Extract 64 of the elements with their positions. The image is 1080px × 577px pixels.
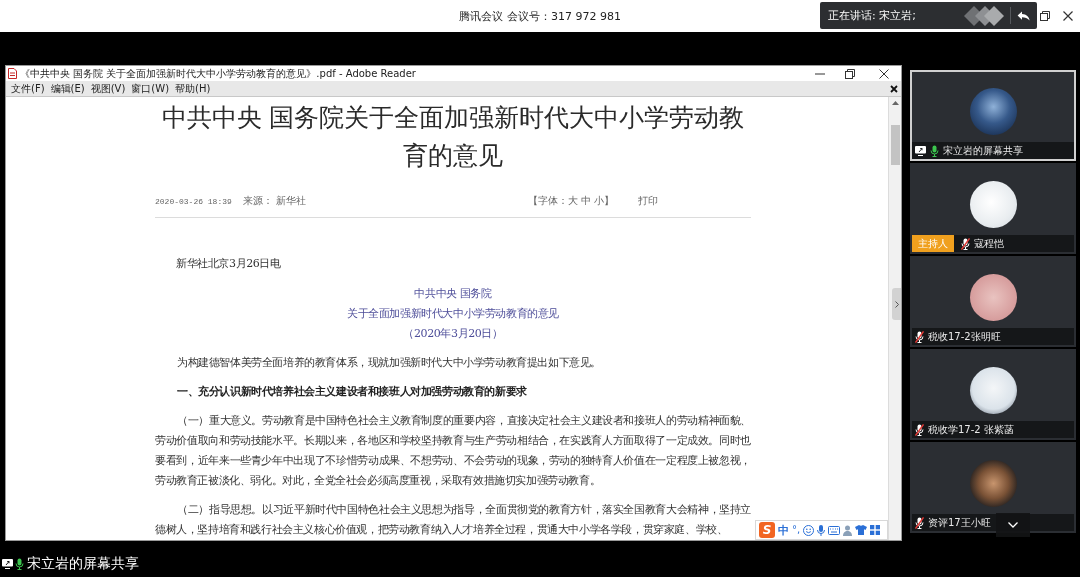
host-badge: 主持人 — [912, 235, 954, 252]
participant-name: 税收17-2张明旺 — [928, 329, 1001, 344]
document-heading-line: 中共中央 国务院 — [414, 286, 492, 302]
publish-date: 2020-03-26 18:39 — [155, 196, 232, 206]
document-title: 中共中央 国务院关于全面加强新时代大中小学劳动教育的意见 — [160, 102, 746, 172]
keyboard-icon[interactable] — [828, 525, 841, 535]
print-link[interactable]: 打印 — [638, 194, 659, 208]
menu-item[interactable]: 文件(F) — [10, 81, 46, 96]
scroll-up-arrow-icon[interactable] — [891, 101, 899, 105]
avatar-placeholder — [969, 181, 1017, 228]
section-heading: 一、充分认识新时代培养社会主义建设者和接班人对加强劳动教育的新要求 — [176, 384, 528, 400]
source-label: 来源： — [242, 194, 273, 208]
dateline: 新华社北京3月26日电 — [175, 256, 282, 272]
muted-microphone-icon[interactable] — [915, 330, 924, 343]
microphone-icon[interactable] — [817, 524, 826, 536]
window-title: 《中共中央 国务院 关于全面加强新时代大中小学劳动教育的意见》.pdf - Adobe Reader — [20, 66, 416, 81]
restore-window-icon[interactable] — [845, 68, 855, 79]
paragraph: （二）指导思想。以习近平新时代中国特色社会主义思想为指导，全面贯彻党的教育方针，落实全国教育大会精神，坚持立德树人，坚持培育和践行社会主义核心价值观，把劳动教育纳入人才培养全过程，贯通大中小学各学段，贯穿家庭、学校、 — [155, 502, 751, 538]
avatar-placeholder — [969, 460, 1017, 507]
minimize-icon[interactable] — [815, 72, 825, 75]
menu-item[interactable]: 帮助(H) — [174, 81, 212, 96]
app-name: 腾讯会议 — [459, 8, 503, 24]
side-panel-toggle[interactable] — [892, 288, 901, 320]
source-name: 新华社 — [275, 194, 306, 208]
document-heading-line: 关于全面加强新时代大中小学劳动教育的意见 — [347, 306, 559, 322]
pixelated-avatars-drawing — [964, 5, 1004, 26]
chevron-right-icon — [894, 300, 899, 308]
paragraph: （一）重大意义。劳动教育是中国特色社会主义教育制度的重要内容，直接决定社会主义建设者和接班人的劳动精神面貌、劳动价值取向和劳动技能水平。长期以来，各地区和学校坚持教育与生产劳动相结合，在实践育人方面取得了一定成效。同时也要看到，近年来一些青少年中出现了不珍惜劳动成果、不想劳动、不会劳动的现象，劳动的独特育人价值在一定程度上被忽视，劳动教育正被淡化、弱化。对此，全党全社会必须高度重视，采取有效措施切实加强劳动教育。 — [155, 413, 751, 489]
smiley-icon[interactable] — [803, 524, 815, 536]
muted-microphone-icon[interactable] — [915, 423, 924, 436]
shirt-icon[interactable] — [855, 525, 868, 535]
menu-item[interactable]: 编辑(E) — [49, 81, 86, 96]
avatar-placeholder — [969, 88, 1017, 135]
restore-window-icon[interactable] — [1040, 11, 1050, 21]
close-icon[interactable] — [890, 84, 898, 93]
avatar-placeholder — [969, 274, 1017, 321]
participant-tile[interactable]: 宋立岩的屏幕共享 — [910, 70, 1076, 161]
participant-tile[interactable]: 主持人 寇程恺 — [910, 163, 1076, 254]
punctuation-toggle[interactable]: °, — [792, 525, 801, 535]
screen-share-label: 宋立岩的屏幕共享 — [27, 555, 139, 573]
font-size-links[interactable]: 【字体：大 中 小】 — [528, 194, 615, 208]
participant-name: 宋立岩的屏幕共享 — [943, 143, 1023, 158]
scrollbar-thumb[interactable] — [890, 125, 900, 165]
document-heading-line: （2020年3月20日） — [403, 326, 503, 342]
participant-name: 税收学17-2 张紫菡 — [928, 422, 1014, 437]
pdf-file-icon — [8, 68, 17, 79]
grid-icon[interactable] — [870, 525, 881, 535]
microphone-icon[interactable] — [930, 144, 939, 157]
speaking-text: 正在讲话: 宋立岩; — [828, 8, 916, 23]
meeting-number: 会议号：317 972 981 — [507, 8, 621, 24]
avatar-placeholder — [969, 367, 1017, 414]
menu-item[interactable]: 窗口(W) — [130, 81, 171, 96]
paragraph: 为构建德智体美劳全面培养的教育体系，现就加强新时代大中小学劳动教育提出如下意见。 — [176, 355, 602, 371]
participant-name: 寇程恺 — [974, 236, 1004, 251]
back-arrow-icon[interactable] — [1017, 10, 1030, 21]
participant-tile[interactable]: 税收17-2张明旺 — [910, 256, 1076, 347]
menu-item[interactable]: 视图(V) — [89, 81, 127, 96]
muted-microphone-icon[interactable] — [961, 237, 970, 250]
participant-tile[interactable]: 税收学17-2 张紫菡 — [910, 349, 1076, 440]
close-icon[interactable] — [1063, 11, 1073, 21]
close-icon[interactable] — [879, 68, 889, 79]
participant-name: 资评17王小旺 — [928, 515, 991, 530]
input-mode-toggle[interactable]: 中 — [778, 524, 789, 536]
person-icon[interactable] — [843, 524, 853, 536]
